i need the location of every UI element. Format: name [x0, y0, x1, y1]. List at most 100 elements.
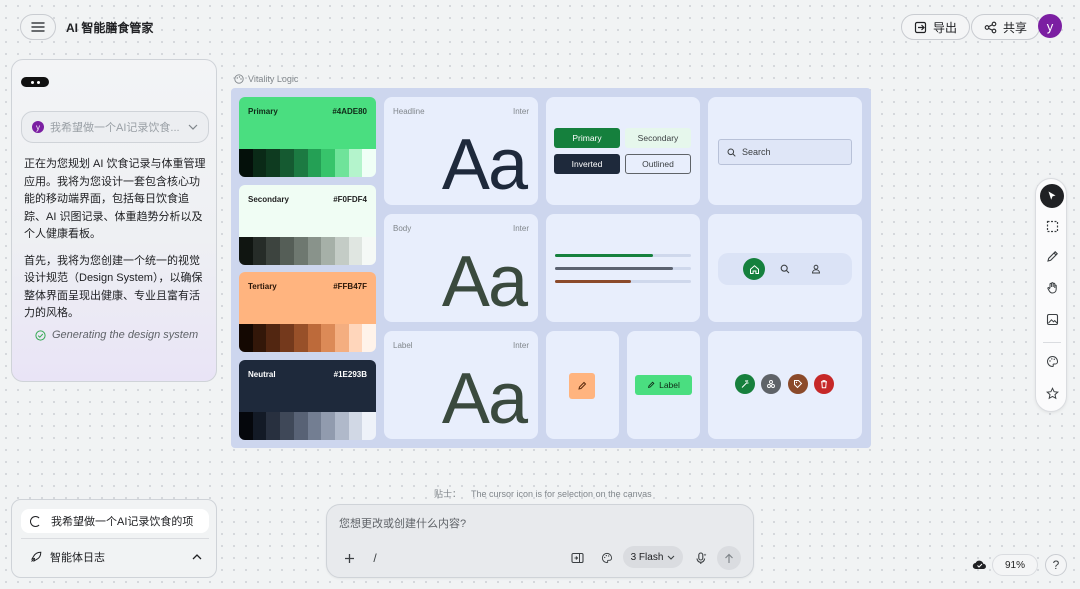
ramp-step: [362, 149, 376, 177]
swatch-name: Primary: [248, 107, 278, 116]
trash-icon: [821, 380, 827, 389]
sample-edit-button[interactable]: [569, 373, 595, 399]
arrow-up-icon: [725, 553, 733, 563]
ramp-step: [252, 412, 267, 440]
ramp-step: [293, 412, 308, 440]
select-tool-button[interactable]: [1040, 184, 1064, 208]
chip-card[interactable]: Label: [627, 331, 700, 439]
ramp-step: [334, 412, 349, 440]
tip-prefix: 贴士：: [434, 489, 462, 499]
sample-magic-button[interactable]: [735, 374, 755, 394]
slash-command-button[interactable]: /: [365, 548, 385, 568]
image-tool-button[interactable]: [1040, 307, 1064, 331]
type-card-label[interactable]: Label Inter Aa: [384, 331, 538, 439]
agent-task-item[interactable]: 我希望做一个AI记录饮食的项: [21, 509, 209, 533]
type-role: Headline: [393, 107, 425, 116]
help-button[interactable]: ?: [1045, 554, 1067, 576]
swatch-primary[interactable]: Primary #4ADE80: [239, 97, 376, 177]
swatch-tertiary[interactable]: Tertiary #FFB47F: [239, 272, 376, 352]
ramp-step: [280, 149, 294, 177]
style-button[interactable]: [597, 548, 617, 568]
nav-profile-button[interactable]: [805, 258, 827, 280]
pan-tool-button[interactable]: [1040, 275, 1064, 299]
top-bar: AI 智能膳食管家 导出 共享 y: [0, 0, 1080, 52]
circle-icons-card[interactable]: [708, 331, 862, 439]
ramp-step: [252, 149, 267, 177]
sample-label-chip[interactable]: Label: [635, 375, 692, 395]
loading-spinner-icon: [30, 515, 41, 527]
hamburger-icon: [31, 22, 45, 32]
screen-capture-button[interactable]: [567, 548, 587, 568]
user-avatar[interactable]: y: [1038, 14, 1062, 38]
sample-outlined-button[interactable]: Outlined: [625, 154, 691, 174]
microphone-icon: [696, 551, 707, 564]
tip-text: The cursor icon is for selection on the …: [471, 489, 652, 499]
model-selector[interactable]: 3 Flash: [623, 546, 683, 568]
share-label: 共享: [1003, 20, 1028, 35]
ramp-step: [362, 324, 376, 352]
ramp-step: [239, 237, 253, 265]
search-card[interactable]: Search: [708, 97, 862, 205]
tag-icon: [794, 380, 803, 389]
progress-card[interactable]: [546, 214, 700, 322]
assistant-paragraph: 首先，我将为您创建一个统一的视觉设计规范（Design System），以确保整…: [24, 254, 203, 320]
menu-button[interactable]: [20, 14, 56, 40]
ramp-step: [307, 324, 322, 352]
ramp-step: [307, 412, 322, 440]
type-card-body[interactable]: Body Inter Aa: [384, 214, 538, 322]
generation-status: Generating the design system: [35, 329, 198, 341]
chevron-up-icon: [192, 554, 202, 560]
add-attachment-button[interactable]: [339, 548, 359, 568]
sample-tag-button[interactable]: [788, 374, 808, 394]
type-font: Inter: [512, 224, 529, 233]
swatch-header: Tertiary #FFB47F: [239, 272, 376, 324]
draw-tool-button[interactable]: [1040, 244, 1064, 268]
navigation-card[interactable]: [708, 214, 862, 322]
nav-home-button[interactable]: [743, 258, 765, 280]
composer-input[interactable]: 您想更改或创建什么内容?: [339, 515, 466, 531]
icon-button-card[interactable]: [546, 331, 619, 439]
hand-icon: [1046, 281, 1057, 294]
marquee-tool-button[interactable]: [1040, 214, 1064, 238]
ramp-step: [293, 149, 308, 177]
sample-inverted-button[interactable]: Inverted: [554, 154, 620, 174]
chevron-down-icon: [668, 555, 675, 560]
ramp-step: [293, 324, 308, 352]
swatch-secondary[interactable]: Secondary #F0FDF4: [239, 185, 376, 265]
export-label: 导出: [933, 20, 958, 35]
ramp-step: [321, 237, 335, 265]
ramp-step: [280, 237, 294, 265]
nav-search-button[interactable]: [774, 258, 796, 280]
sample-delete-button[interactable]: [814, 374, 834, 394]
favorites-tool-button[interactable]: [1040, 381, 1064, 405]
design-system-board[interactable]: Primary #4ADE80 Secondary #F0FDF4 Tertia…: [231, 88, 871, 448]
type-sample: Aa: [441, 125, 528, 205]
canvas-frame-label[interactable]: Vitality Logic: [234, 74, 298, 84]
theme-tool-button[interactable]: [1040, 349, 1064, 373]
ramp-step: [348, 149, 363, 177]
type-role: Label: [393, 341, 413, 350]
sample-categories-button[interactable]: [761, 374, 781, 394]
swatch-neutral[interactable]: Neutral #1E293B: [239, 360, 376, 440]
star-icon: [1045, 386, 1059, 399]
prompt-composer[interactable]: 您想更改或创建什么内容? / 3 Flash: [326, 504, 754, 578]
ramp-step: [321, 149, 335, 177]
palette-icon: [1046, 355, 1058, 367]
share-button[interactable]: 共享: [971, 14, 1041, 40]
send-button[interactable]: [717, 546, 741, 570]
sample-secondary-button[interactable]: Secondary: [625, 128, 691, 148]
home-icon: [749, 264, 759, 274]
export-button[interactable]: 导出: [901, 14, 971, 40]
agent-log-toggle[interactable]: 智能体日志: [30, 549, 202, 565]
ramp-step: [266, 324, 281, 352]
sample-primary-button[interactable]: Primary: [554, 128, 620, 148]
zoom-level-button[interactable]: 91%: [992, 554, 1038, 576]
palette-icon: [601, 552, 613, 564]
voice-input-button[interactable]: [691, 548, 711, 568]
type-card-headline[interactable]: Headline Inter Aa: [384, 97, 538, 205]
ramp-step: [362, 412, 376, 440]
sample-search-input[interactable]: Search: [718, 139, 852, 165]
ramp-step: [239, 412, 253, 440]
buttons-card[interactable]: Primary Secondary Inverted Outlined: [546, 97, 700, 205]
prompt-preview-chip[interactable]: y 我希望做一个AI记录饮食...: [21, 111, 209, 143]
